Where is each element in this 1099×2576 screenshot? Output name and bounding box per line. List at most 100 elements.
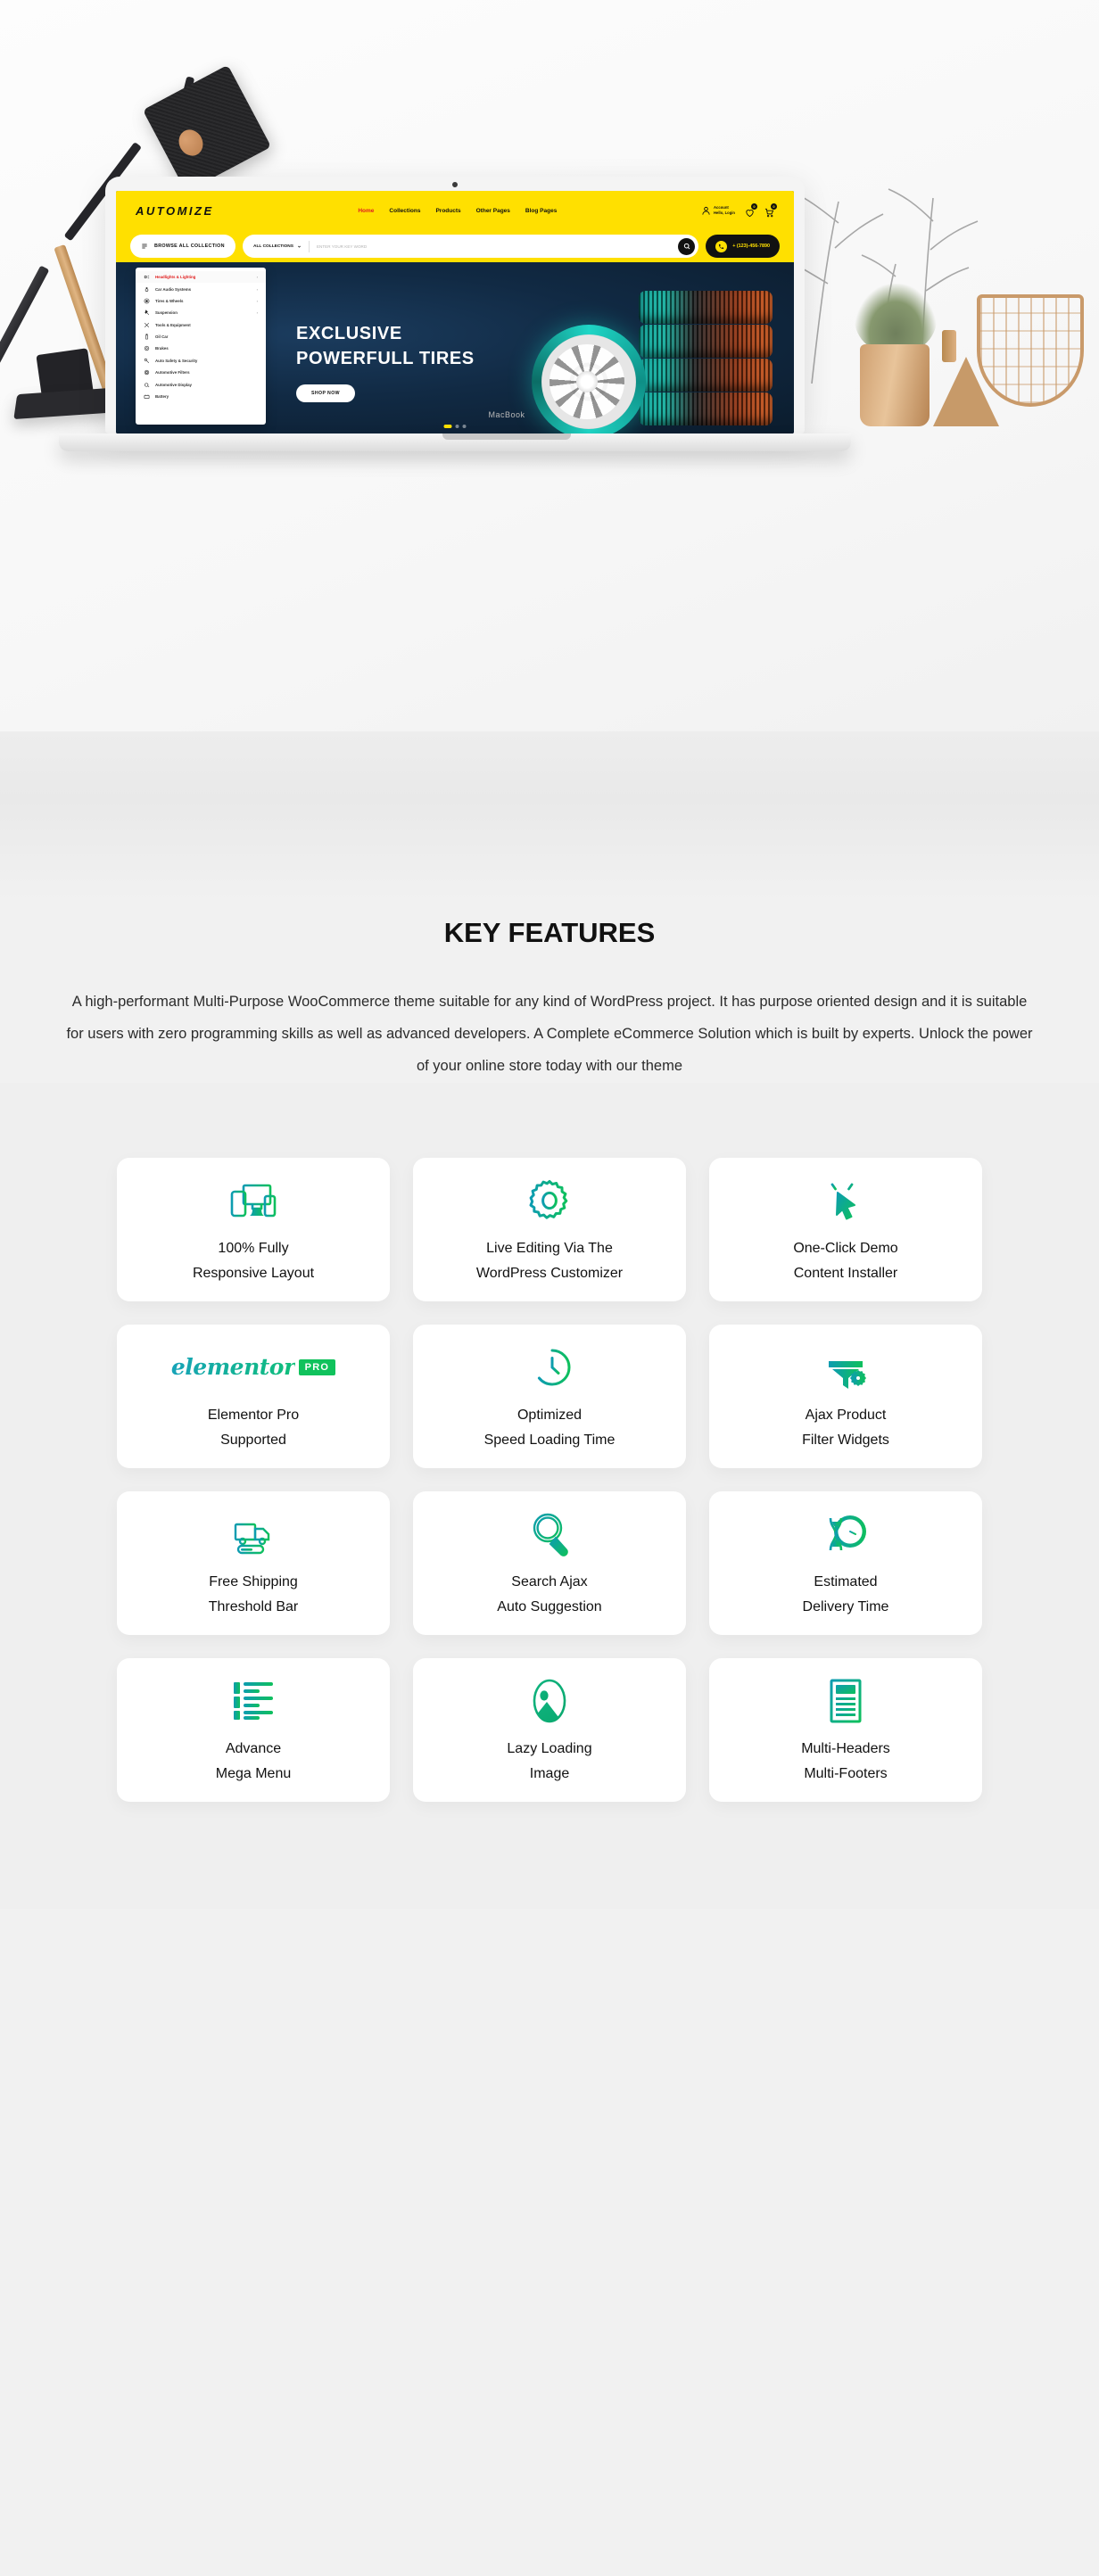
category-item-tires-wheels[interactable]: Tires & Wheels › — [136, 295, 266, 307]
feature-card-lazy-loading[interactable]: Lazy Loading Image — [413, 1657, 686, 1802]
collections-select-value: ALL COLLECTIONS — [253, 244, 293, 249]
battery-icon — [144, 394, 150, 399]
collections-select[interactable]: ALL COLLECTIONS — [253, 244, 302, 249]
nav-item-blog-pages[interactable]: Blog Pages — [525, 208, 557, 214]
laptop-screen: AUTOMIZE Home Collections Products Other… — [116, 191, 794, 433]
page-root: AUTOMIZE Home Collections Products Other… — [0, 0, 1099, 2576]
tire-band — [639, 291, 773, 324]
feature-title-line2: Delivery Time — [802, 1598, 889, 1614]
category-label: Brakes — [155, 346, 169, 351]
feature-title-line1: Advance — [225, 1740, 282, 1756]
brake-disc-icon — [144, 346, 150, 351]
search-input[interactable]: ENTER YOUR KEY WORD — [317, 244, 671, 249]
feature-title-line2: Content Installer — [793, 1265, 898, 1281]
category-item-suspension[interactable]: Suspension › — [136, 307, 266, 318]
account-button[interactable]: Account Hello, Login — [701, 205, 735, 215]
carousel-dots[interactable] — [443, 425, 467, 428]
feature-card-mega-menu[interactable]: Advance Mega Menu — [117, 1657, 390, 1802]
feature-card-free-shipping[interactable]: Free Shipping Threshold Bar — [117, 1490, 390, 1635]
chevron-right-icon: › — [256, 298, 258, 303]
demo-site-searchbar: BROWSE ALL COLLECTION ALL COLLECTIONS EN… — [116, 230, 794, 262]
phone-contact-button[interactable]: + (123)-456-7890 — [706, 235, 780, 258]
feature-title-line1: Elementor Pro — [207, 1407, 300, 1423]
category-item-tools-equipment[interactable]: Tools & Equipment — [136, 319, 266, 331]
category-item-brakes[interactable]: Brakes — [136, 343, 266, 354]
divider — [308, 240, 310, 252]
feature-title-line2: Supported — [220, 1432, 286, 1448]
hero-section: AUTOMIZE Home Collections Products Other… — [0, 0, 1099, 901]
category-item-automotive-filters[interactable]: Automotive Filters — [136, 367, 266, 378]
key-features-intro: KEY FEATURES A high-performant Multi-Pur… — [0, 901, 1099, 1083]
category-item-headlights-lighting[interactable]: Headlights & Lighting › — [136, 271, 266, 284]
features-grid: 100% Fully Responsive Layout Live Editin… — [112, 1157, 987, 1802]
chevron-down-icon — [297, 245, 301, 248]
category-item-oil-car[interactable]: Oil Car — [136, 331, 266, 343]
feature-title-line1: 100% Fully — [218, 1240, 289, 1256]
search-icon — [683, 243, 690, 250]
feature-title-line1: Ajax Product — [805, 1407, 887, 1423]
nav-item-products[interactable]: Products — [435, 208, 460, 214]
feature-card-live-editing[interactable]: Live Editing Via The WordPress Customize… — [413, 1157, 686, 1301]
nav-item-home[interactable]: Home — [358, 208, 374, 214]
category-label: Tools & Equipment — [155, 322, 191, 327]
search-submit-button[interactable] — [678, 237, 696, 255]
feature-card-estimated-delivery[interactable]: Estimated Delivery Time — [709, 1490, 982, 1635]
wheel-hub — [576, 371, 598, 392]
browse-all-collection-button[interactable]: BROWSE ALL COLLECTION — [130, 235, 236, 258]
feature-card-multi-headers-footers[interactable]: Multi-Headers Multi-Footers — [709, 1657, 982, 1802]
display-gauge-icon — [145, 383, 150, 387]
tire-band — [639, 325, 773, 358]
category-item-battery[interactable]: Battery — [136, 391, 266, 402]
carousel-dot-active[interactable] — [443, 425, 452, 428]
gear-icon — [527, 1176, 572, 1226]
category-item-auto-safety-security[interactable]: Auto Safety & Security — [136, 355, 266, 367]
feature-card-responsive-layout[interactable]: 100% Fully Responsive Layout — [117, 1157, 390, 1301]
carousel-dot[interactable] — [462, 425, 467, 428]
tire-icon — [144, 298, 150, 304]
laptop-camera-icon — [452, 182, 458, 187]
shop-now-button[interactable]: SHOP NOW — [296, 384, 355, 402]
hero-floor-background — [0, 731, 1099, 901]
wishlist-button[interactable]: 0 — [745, 202, 757, 217]
demo-site-tools: Account Hello, Login 0 0 — [701, 202, 777, 217]
feature-title-line2: Threshold Bar — [208, 1598, 299, 1614]
tools-icon — [144, 322, 150, 327]
filter-funnel-gear-icon — [824, 1342, 867, 1392]
feature-card-one-click-demo[interactable]: One-Click Demo Content Installer — [709, 1157, 982, 1301]
category-label: Tires & Wheels — [155, 298, 184, 303]
feature-title-line1: Optimized — [516, 1407, 583, 1423]
demo-site-hero-body: Headlights & Lighting › Car Audio Systems… — [116, 262, 794, 433]
feature-title-line1: Search Ajax — [511, 1573, 588, 1589]
category-item-car-audio-systems[interactable]: Car Audio Systems › — [136, 283, 266, 294]
feature-card-ajax-filter[interactable]: Ajax Product Filter Widgets — [709, 1324, 982, 1468]
chevron-right-icon: › — [256, 310, 258, 316]
elementor-pro-badge: PRO — [298, 1358, 336, 1375]
safety-key-icon — [144, 358, 150, 363]
wishlist-count-badge: 0 — [750, 202, 757, 210]
cart-button[interactable]: 0 — [764, 202, 777, 217]
oil-bottle-icon — [145, 334, 148, 340]
nav-item-collections[interactable]: Collections — [389, 208, 420, 214]
feature-card-search-ajax[interactable]: Search Ajax Auto Suggestion — [413, 1490, 686, 1635]
feature-title-line2: WordPress Customizer — [475, 1265, 624, 1281]
laptop-lid: AUTOMIZE Home Collections Products Other… — [105, 177, 805, 433]
speaker-icon — [145, 286, 149, 292]
account-sub-label: Hello, Login — [714, 211, 735, 215]
feature-title-line2: Auto Suggestion — [497, 1598, 602, 1614]
laptop-mockup: AUTOMIZE Home Collections Products Other… — [59, 177, 908, 451]
click-cursor-icon — [825, 1176, 866, 1226]
carousel-dot[interactable] — [455, 425, 459, 428]
hamburger-menu-icon — [142, 244, 147, 249]
nav-item-other-pages[interactable]: Other Pages — [476, 208, 510, 214]
feature-card-elementor-pro[interactable]: elementor PRO Elementor Pro Supported — [117, 1324, 390, 1468]
feature-card-optimized-speed[interactable]: Optimized Speed Loading Time — [413, 1324, 686, 1468]
responsive-devices-icon — [228, 1176, 278, 1226]
demo-site-logo[interactable]: AUTOMIZE — [136, 204, 214, 218]
feature-title-line1: Live Editing Via The — [486, 1240, 613, 1256]
tires-product-image — [530, 271, 778, 433]
hourglass-clock-icon — [821, 1509, 871, 1559]
tire-band — [639, 359, 773, 392]
feature-title-line2: Image — [529, 1765, 570, 1781]
category-item-automotive-display[interactable]: Automotive Display — [136, 378, 266, 390]
chevron-right-icon: › — [256, 286, 258, 292]
